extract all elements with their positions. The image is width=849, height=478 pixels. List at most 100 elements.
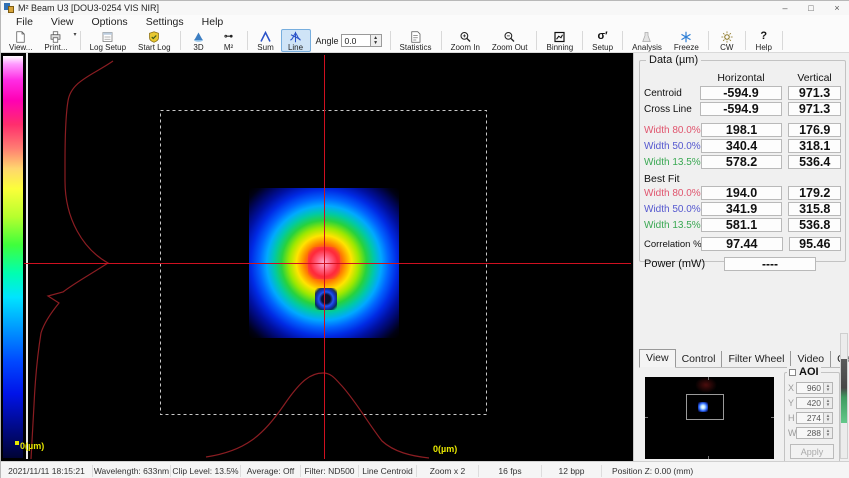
menu-help[interactable]: Help	[193, 16, 233, 28]
status-datetime: 2021/11/11 18:15:21	[1, 465, 93, 477]
start-log-button[interactable]: Start Log	[132, 29, 176, 52]
row-power: Power (mW) ----	[644, 255, 841, 273]
centroid-horizontal-value: -594.9	[700, 86, 782, 100]
tab-filter-wheel[interactable]: Filter Wheel	[722, 351, 791, 367]
crossline-horizontal-value: -594.9	[700, 102, 782, 116]
menu-settings[interactable]: Settings	[137, 16, 193, 28]
origin-label-left: 0(µm)	[20, 441, 44, 451]
tab-view[interactable]: View	[639, 349, 676, 368]
aoi-x-input[interactable]: 960	[796, 382, 824, 394]
row-bestfit-width-135: Width 13.5% 581.1 536.8	[644, 217, 841, 233]
close-button[interactable]: ×	[824, 1, 849, 15]
setup-icon: σ′	[598, 31, 608, 43]
status-average: Average: Off	[241, 465, 301, 477]
row-correlation: Correlation % 97.44 95.46	[644, 236, 841, 252]
menu-file[interactable]: File	[7, 16, 42, 28]
sum-icon	[259, 31, 272, 43]
menu-options[interactable]: Options	[83, 16, 137, 28]
tab-control[interactable]: Control	[676, 351, 723, 367]
centroid-vertical-value: 971.3	[788, 86, 841, 100]
crossline-vertical-value: 971.3	[788, 102, 841, 116]
bestfit-width50-horizontal-value: 341.9	[701, 202, 783, 216]
bestfit-width50-vertical-value: 315.8	[788, 202, 841, 216]
aoi-y-input[interactable]: 420	[796, 397, 824, 409]
line-button[interactable]: Line	[281, 29, 311, 52]
cw-button[interactable]: CW	[712, 29, 742, 52]
window-title: M² Beam U3 [DOU3-0254 VIS NIR]	[18, 3, 159, 13]
log-setup-icon	[101, 31, 114, 43]
zoom-out-icon	[503, 31, 516, 43]
aoi-x-row: X 960 ▲▼	[788, 381, 836, 395]
maximize-button[interactable]: □	[798, 1, 824, 15]
bestfit-width135-horizontal-value: 581.1	[701, 218, 783, 232]
aoi-h-spinner[interactable]: ▲▼	[824, 412, 833, 424]
m2-icon: ⊶	[224, 31, 233, 43]
width135-horizontal-value: 578.2	[701, 155, 783, 169]
setup-button[interactable]: σ′ Setup	[586, 29, 619, 52]
aoi-y-spinner[interactable]: ▲▼	[824, 397, 833, 409]
3d-button[interactable]: 3D	[184, 29, 214, 52]
menu-view[interactable]: View	[42, 16, 83, 28]
sum-button[interactable]: Sum	[251, 29, 281, 52]
bestfit-width80-vertical-value: 179.2	[788, 186, 841, 200]
aoi-x-spinner[interactable]: ▲▼	[824, 382, 833, 394]
row-width-80: Width 80.0% 198.1 176.9	[644, 122, 841, 138]
data-panel-title: Data (µm)	[646, 54, 701, 66]
help-icon: ?	[760, 31, 767, 43]
width80-vertical-value: 176.9	[788, 123, 841, 137]
status-position-z: Position Z: 0.00 (mm)	[602, 465, 849, 477]
help-button[interactable]: ? Help	[749, 29, 779, 52]
tab-video[interactable]: Video	[791, 351, 831, 367]
display-overlay	[1, 53, 633, 461]
right-panel: Data (µm) Horizontal Vertical Centroid -…	[633, 53, 849, 461]
angle-spinner[interactable]: ▲▼	[371, 34, 382, 47]
view-button[interactable]: View...	[3, 29, 38, 52]
status-bpp: 12 bpp	[542, 465, 602, 477]
power-label: Power (mW)	[644, 258, 724, 270]
print-dropdown-caret[interactable]: ▾	[74, 31, 77, 38]
origin-marker	[15, 441, 19, 445]
angle-input[interactable]: 0.0	[341, 34, 371, 47]
status-zoom: Zoom x 2	[417, 465, 479, 477]
data-panel: Data (µm) Horizontal Vertical Centroid -…	[639, 60, 846, 262]
aoi-apply-button[interactable]: Apply	[790, 444, 834, 459]
beam-display-area[interactable]: 0(µm) 0(µm)	[1, 53, 633, 461]
start-log-icon	[148, 31, 160, 43]
bestfit-width80-horizontal-value: 194.0	[701, 186, 783, 200]
print-button[interactable]: Print...	[38, 29, 73, 52]
gain-slider-track[interactable]	[840, 333, 848, 459]
zoom-out-button[interactable]: Zoom Out	[486, 29, 534, 52]
title-bar: M² Beam U3 [DOU3-0254 VIS NIR] – □ ×	[1, 1, 849, 15]
row-bestfit-width-80: Width 80.0% 194.0 179.2	[644, 185, 841, 201]
column-header-horizontal: Horizontal	[700, 72, 782, 84]
analysis-button[interactable]: Analysis	[626, 29, 668, 52]
line-icon	[289, 31, 302, 43]
log-setup-button[interactable]: Log Setup	[84, 29, 132, 52]
binning-button[interactable]: Binning	[540, 29, 579, 52]
statistics-icon	[409, 31, 422, 43]
aoi-w-row: W 288 ▲▼	[788, 426, 836, 440]
width50-horizontal-value: 340.4	[701, 139, 783, 153]
m2-button[interactable]: ⊶ M²	[214, 29, 244, 52]
row-cross-line: Cross Line -594.9 971.3	[644, 101, 841, 117]
freeze-button[interactable]: Freeze	[668, 29, 705, 52]
minimize-button[interactable]: –	[772, 1, 798, 15]
aoi-h-input[interactable]: 274	[796, 412, 824, 424]
bestfit-width135-vertical-value: 536.8	[788, 218, 841, 232]
row-width-135: Width 13.5% 578.2 536.4	[644, 154, 841, 170]
camera-thumbnail-view[interactable]	[645, 377, 774, 459]
correlation-horizontal-value: 97.44	[701, 237, 783, 251]
gain-slider-thumb[interactable]	[841, 359, 847, 423]
statistics-button[interactable]: Statistics	[394, 29, 438, 52]
vertical-profile-curve	[31, 61, 113, 459]
thumbnail-beam-dot	[698, 402, 708, 412]
print-icon	[49, 31, 62, 43]
aoi-w-input[interactable]: 288	[796, 427, 824, 439]
zoom-in-button[interactable]: Zoom In	[445, 29, 486, 52]
aoi-w-spinner[interactable]: ▲▼	[824, 427, 833, 439]
aoi-h-row: H 274 ▲▼	[788, 411, 836, 425]
toolbar: View... Print... ▾ Log Setup Start Log 3…	[1, 29, 849, 53]
width80-horizontal-value: 198.1	[701, 123, 783, 137]
aoi-checkbox[interactable]	[789, 369, 796, 376]
row-centroid: Centroid -594.9 971.3	[644, 85, 841, 101]
